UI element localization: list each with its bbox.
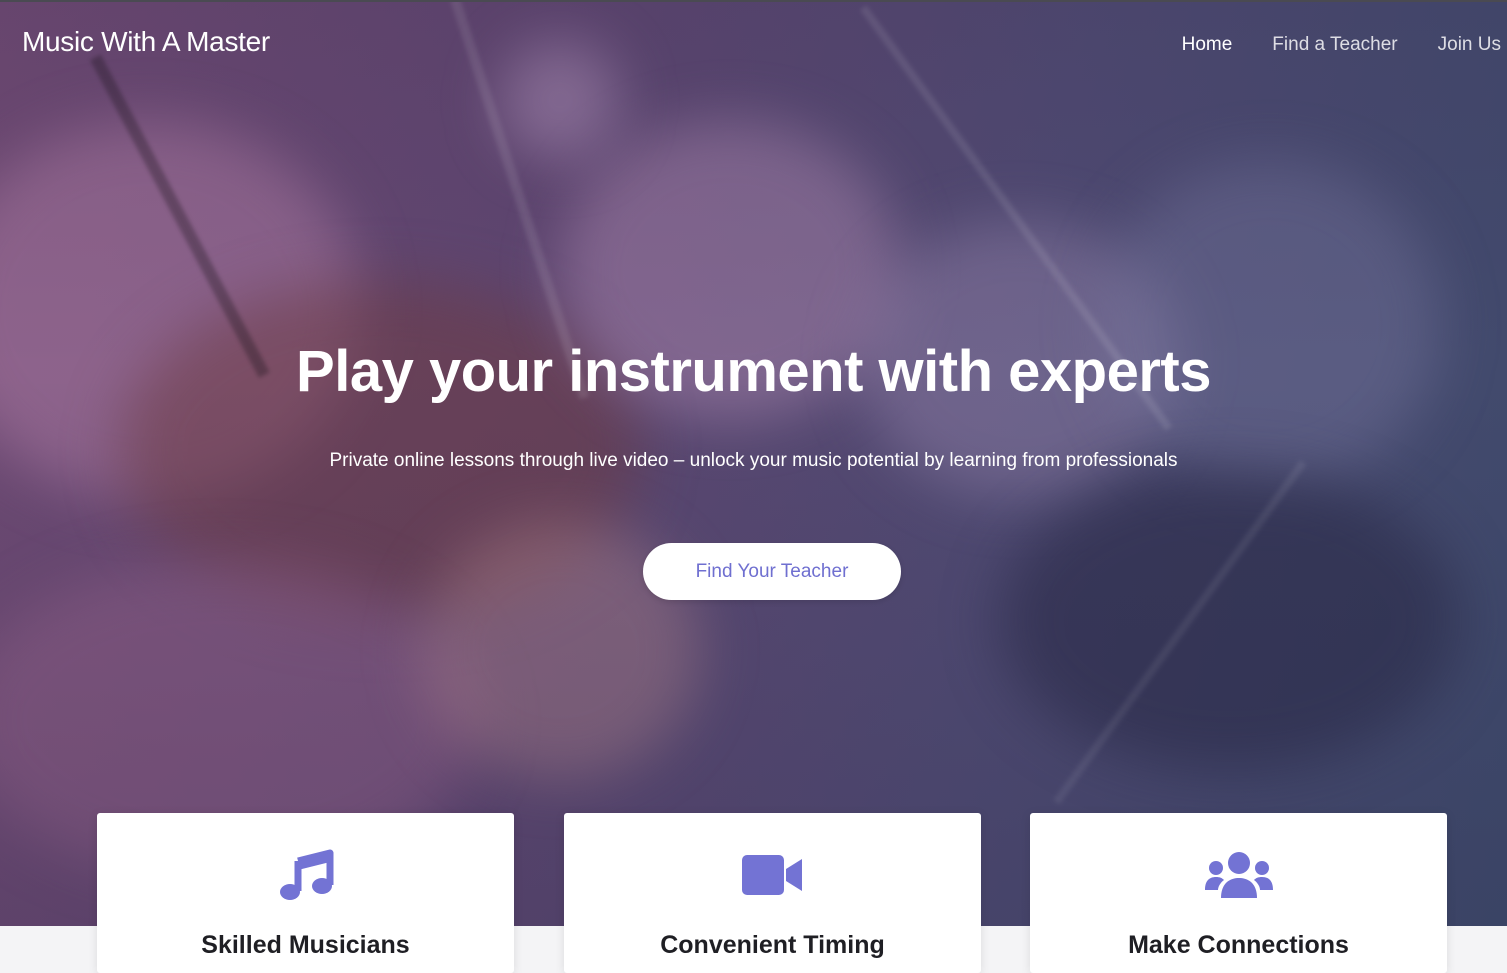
hero-subtitle: Private online lessons through live vide…: [329, 450, 1178, 471]
find-your-teacher-button[interactable]: Find Your Teacher: [643, 543, 901, 600]
hero-section: Music With A Master Home Find a Teacher …: [0, 0, 1507, 926]
hero-title: Play your instrument with experts: [296, 339, 1211, 404]
nav-item-home[interactable]: Home: [1182, 34, 1233, 56]
feature-card-make-connections: Make Connections: [1030, 813, 1447, 973]
feature-card-convenient-timing: Convenient Timing: [564, 813, 981, 973]
nav-item-join-us[interactable]: Join Us: [1438, 34, 1501, 56]
video-camera-icon: [564, 847, 981, 903]
window-top-strip: [0, 0, 1507, 2]
users-group-icon: [1030, 847, 1447, 903]
site-brand-logo[interactable]: Music With A Master: [22, 26, 270, 58]
nav-item-find-a-teacher[interactable]: Find a Teacher: [1272, 34, 1397, 56]
main-navigation: Home Find a Teacher Join Us: [1142, 34, 1507, 56]
music-note-icon: [97, 847, 514, 903]
feature-card-skilled-musicians: Skilled Musicians: [97, 813, 514, 973]
